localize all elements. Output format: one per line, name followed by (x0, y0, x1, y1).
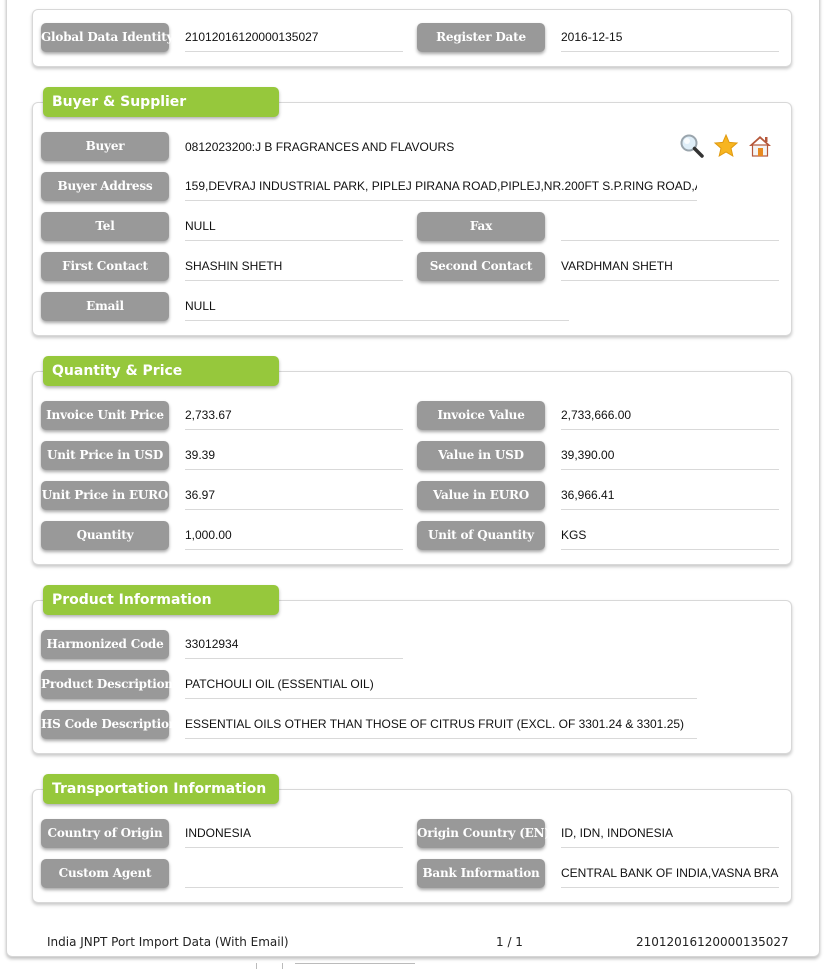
star-icon[interactable] (713, 133, 739, 159)
product-panel: Product Information Harmonized Code 3301… (32, 585, 792, 754)
unit-of-quantity-value: KGS (561, 527, 779, 550)
section-title: Product Information (43, 585, 279, 615)
origin-country-en-label: Origin Country (EN) (417, 819, 550, 848)
action-icons (679, 133, 773, 159)
fax-label: Fax (417, 212, 545, 241)
buyer-label: Buyer (41, 132, 169, 161)
hs-code-description-value: ESSENTIAL OILS OTHER THAN THOSE OF CITRU… (185, 716, 697, 739)
email-label: Email (41, 292, 169, 321)
divider (256, 963, 257, 969)
register-date-label: Register Date (417, 23, 545, 52)
global-data-identity-label: Global Data Identity (41, 23, 174, 52)
second-contact-label: Second Contact (417, 252, 545, 281)
quantity-price-panel: Quantity & Price Information Invoice Uni… (32, 356, 792, 565)
register-date-value: 2016-12-15 (561, 29, 779, 52)
invoice-unit-price-label: Invoice Unit Price (41, 401, 169, 430)
invoice-value-value: 2,733,666.00 (561, 407, 779, 430)
origin-country-en-value: ID, IDN, INDONESIA (561, 825, 779, 848)
first-contact-label: First Contact (41, 252, 169, 281)
quantity-value: 1,000.00 (185, 527, 403, 550)
custom-agent-value (185, 865, 403, 888)
hs-code-description-label: HS Code Description (41, 710, 178, 739)
footer-record-id: 21012016120000135027 (636, 935, 789, 949)
section-title: Quantity & Price Information (43, 356, 279, 409)
transportation-panel: Transportation Information Country of Or… (32, 774, 792, 903)
unit-of-quantity-label: Unit of Quantity (417, 521, 545, 550)
fax-value (561, 218, 779, 241)
footer-page-indicator: 1 / 1 (496, 935, 523, 949)
unit-price-usd-label: Unit Price in USD (41, 441, 169, 470)
divider (282, 963, 283, 969)
harmonized-code-value: 33012934 (185, 636, 403, 659)
second-contact-value: VARDHMAN SHETH (561, 258, 779, 281)
harmonized-code-label: Harmonized Code (41, 630, 169, 659)
unit-price-euro-label: Unit Price in EURO (41, 481, 169, 510)
buyer-supplier-panel: Buyer & Supplier Information Buyer 08120… (32, 87, 792, 336)
unit-price-usd-value: 39.39 (185, 447, 403, 470)
bank-information-value: CENTRAL BANK OF INDIA,VASNA BRANCH (561, 865, 779, 888)
value-usd-value: 39,390.00 (561, 447, 779, 470)
product-description-value: PATCHOULI OIL (ESSENTIAL OIL) (185, 676, 697, 699)
country-of-origin-value: INDONESIA (185, 825, 403, 848)
section-title: Transportation Information (43, 774, 279, 804)
home-icon[interactable] (747, 133, 773, 159)
invoice-value-label: Invoice Value (417, 401, 545, 430)
buyer-address-value: 159,DEVRAJ INDUSTRIAL PARK, PIPLEJ PIRAN… (185, 178, 697, 201)
country-of-origin-label: Country of Origin (41, 819, 169, 848)
value-usd-label: Value in USD (417, 441, 545, 470)
tel-label: Tel (41, 212, 169, 241)
product-description-label: Product Description (41, 670, 173, 699)
email-value: NULL (185, 298, 569, 321)
custom-agent-label: Custom Agent (41, 859, 169, 888)
first-contact-value: SHASHIN SHETH (185, 258, 403, 281)
unit-price-euro-value: 36.97 (185, 487, 403, 510)
invoice-unit-price-value: 2,733.67 (185, 407, 403, 430)
value-euro-label: Value in EURO (417, 481, 545, 510)
footer-source: India JNPT Port Import Data (With Email) (47, 935, 289, 949)
section-title: Buyer & Supplier Information (43, 87, 279, 140)
tel-value: NULL (185, 218, 403, 241)
value-euro-value: 36,966.41 (561, 487, 779, 510)
search-icon[interactable] (679, 133, 705, 159)
buyer-value: 0812023200:J B FRAGRANCES AND FLAVOURS (185, 140, 455, 154)
identity-panel: Global Data Identity 2101201612000013502… (32, 9, 792, 67)
cut-off-text: SECOND HOUSE CHARLESMINES (62, 0, 241, 5)
buyer-address-label: Buyer Address (41, 172, 169, 201)
quantity-label: Quantity (41, 521, 169, 550)
global-data-identity-value: 21012016120000135027 (185, 29, 403, 52)
bank-information-label: Bank Information (417, 859, 545, 888)
